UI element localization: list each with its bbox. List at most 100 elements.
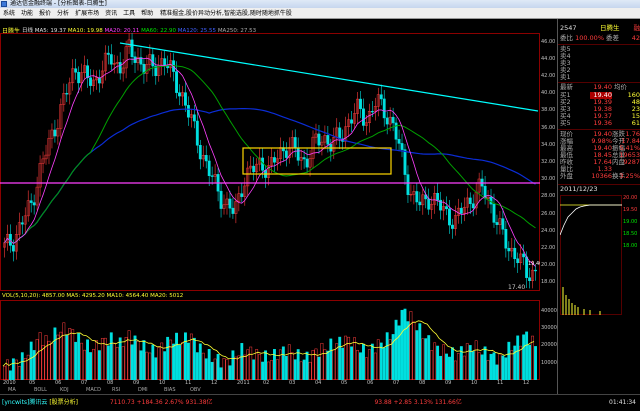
candle-down [305, 158, 309, 168]
time-tick-label: 10 [471, 380, 478, 386]
candle-down [468, 197, 472, 204]
candle-down [186, 105, 190, 118]
candle-down [207, 160, 211, 176]
candle-down [534, 269, 537, 272]
time-tick-label: 06 [55, 380, 62, 386]
volume-bar [483, 346, 487, 380]
candle-down [516, 258, 520, 264]
current-price-tag: 19.40 [528, 261, 540, 267]
diff-value: 42 [631, 34, 640, 42]
status-tab-cloud[interactable]: [yncwits]腾讯云 [2, 399, 47, 406]
time-tick-label: 03 [289, 380, 296, 386]
candle-down [53, 129, 57, 137]
volume-tick-label: 10000 [541, 359, 557, 366]
quote-row: 卖2 [560, 67, 640, 74]
time-tick-label: 07 [393, 380, 400, 386]
volume-bar [139, 350, 143, 380]
candle-down [513, 247, 517, 260]
stat-value: 10366 [591, 172, 612, 180]
volume-bar [74, 341, 78, 380]
menu-item-quote[interactable]: 报价 [36, 8, 54, 19]
indicator-tab-kdj[interactable]: KDJ [60, 387, 69, 393]
volume-bar [471, 351, 475, 380]
candle-down [175, 71, 178, 93]
volume-bar [195, 352, 199, 380]
indicator-tabs: MA BOLL KDJ MACD RSI DMI BIAS OBV [0, 387, 557, 394]
volume-bar [525, 331, 529, 380]
candle-down [296, 147, 300, 161]
candle-down [326, 135, 330, 145]
volume-bar [403, 308, 407, 380]
indicator-tab-boll[interactable]: BOLL [34, 387, 47, 393]
indicator-tab-bias[interactable]: BIAS [164, 387, 176, 393]
quote-row: 卖3 [560, 60, 640, 67]
candle-down [118, 62, 122, 74]
candle-down [89, 77, 92, 86]
price-tick-label: 36.00 [541, 124, 556, 131]
volume-bar [106, 345, 110, 380]
menu-promo-text[interactable]: 精准掘金,股价异动分析,智能选股,随时随地抓牛股 [160, 10, 292, 17]
volume-legend: VOL(5,10,20): 4857.00 MA5: 4295.20 MA10:… [2, 293, 184, 299]
time-tick-label: 11 [185, 380, 192, 386]
candle-down [198, 144, 202, 160]
volume-bar [427, 335, 431, 380]
volume-bar [492, 352, 496, 380]
volume-bar [198, 343, 202, 380]
volume-chart[interactable] [0, 300, 540, 380]
volume-bar [329, 338, 333, 380]
candle-down [86, 65, 89, 78]
menu-item-info[interactable]: 资讯 [102, 8, 120, 19]
menu-item-analysis[interactable]: 分析 [54, 8, 72, 19]
volume-bar [418, 323, 422, 380]
volume-bar [528, 344, 532, 380]
quote-row: 卖4 [560, 53, 640, 60]
volume-bar [20, 352, 24, 380]
candle-down [195, 120, 199, 146]
candle-down [427, 198, 431, 210]
volume-bar [192, 337, 196, 380]
menu-item-tools[interactable]: 工具 [120, 8, 138, 19]
latest-value: 19.40 [593, 83, 612, 91]
price-tick-label: 42.00 [541, 73, 556, 79]
volume-bar [495, 364, 499, 380]
volume-bar [8, 370, 12, 380]
volume-bar [480, 354, 484, 380]
menu-item-system[interactable]: 系统 [0, 8, 18, 19]
volume-bar [305, 351, 309, 380]
stat-value-2: 9287 [623, 158, 640, 166]
candle-down [252, 165, 256, 173]
volume-bar [219, 367, 223, 380]
menu-item-extended-market[interactable]: 扩展市场 [72, 8, 102, 19]
indicator-tab-rsi[interactable]: RSI [112, 387, 120, 393]
volume-bar [317, 356, 321, 380]
candle-down [29, 200, 33, 203]
volume-tick-label: 30000 [541, 325, 557, 331]
menu-item-help[interactable]: 帮助 [138, 8, 156, 19]
indicator-tab-ma[interactable]: MA [8, 387, 16, 393]
volume-bar [385, 332, 389, 380]
candle-down [350, 119, 354, 124]
time-tick-label: 05 [341, 380, 348, 386]
indicator-tab-macd[interactable]: MACD [86, 387, 101, 393]
quote-row: 外盘 10366 换手 3.25% [560, 173, 640, 180]
volume-bar [379, 342, 383, 380]
window-title: 通达信金融终端 - [分析图表-日腾生] [10, 0, 107, 7]
volume-bar [154, 357, 158, 380]
volume-bar [65, 334, 69, 380]
indicator-tab-dmi[interactable]: DMI [138, 387, 148, 393]
volume-bar [362, 343, 365, 380]
intraday-chart[interactable] [560, 195, 622, 315]
volume-bar [133, 335, 137, 380]
volume-tick-label: 40000 [541, 307, 557, 314]
menu-item-function[interactable]: 功能 [18, 8, 36, 19]
candle-down [459, 207, 463, 214]
intraday-date: 2011/12/23 [560, 185, 598, 193]
candle-down [32, 202, 36, 206]
quote-row: 卖5 [560, 46, 640, 53]
candlestick-chart[interactable]: 17.40 19.40 [0, 33, 540, 291]
indicator-tab-obv[interactable]: OBV [190, 387, 201, 393]
volume-bar [534, 346, 537, 380]
candle-down [495, 222, 499, 225]
volume-bar [175, 332, 178, 380]
status-tab-analysis[interactable]: [股票分析] [49, 399, 78, 406]
